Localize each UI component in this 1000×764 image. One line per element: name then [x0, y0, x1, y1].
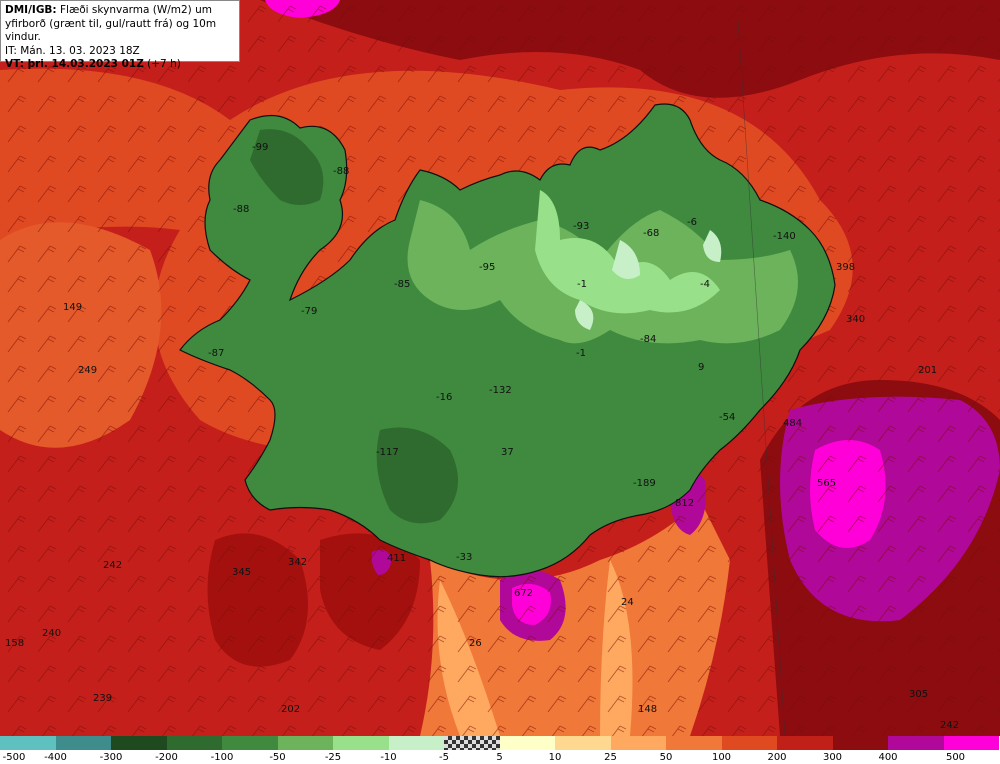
map-value: -16: [436, 392, 452, 403]
map-value: -140: [773, 231, 796, 242]
legend-swatch: [499, 736, 555, 750]
map-value: 340: [846, 314, 865, 325]
legend-swatch: [943, 736, 999, 750]
map-value: 148: [638, 704, 657, 715]
initial-time: IT: Mán. 13. 03. 2023 18Z: [5, 44, 140, 57]
legend-swatch: [388, 736, 444, 750]
map-value: 149: [63, 302, 82, 313]
map-value: -85: [394, 279, 410, 290]
map-value: -88: [333, 166, 349, 177]
legend-label: -10: [380, 752, 397, 763]
legend-swatch: [55, 736, 111, 750]
valid-time-label: VT: þri. 14.03.2023 01Z: [5, 58, 144, 70]
map-value: -54: [719, 412, 735, 423]
map-value: -68: [643, 228, 659, 239]
legend-swatch: [721, 736, 777, 750]
legend-label: -50: [269, 752, 286, 763]
map-value: -79: [301, 306, 317, 317]
legend-label: 25: [604, 752, 617, 763]
map-value: 240: [42, 628, 61, 639]
legend-label: 200: [767, 752, 787, 763]
title-line-2: yfirborð (grænt til, gul/rautt frá) og 1…: [5, 17, 217, 44]
legend-label: -400: [44, 752, 67, 763]
color-legend: -500 -400 -300 -200 -100 -50 -25 -10 -5 5 10 25 50 10…: [0, 736, 1000, 764]
map-value: 202: [281, 704, 300, 715]
map-value: 242: [940, 720, 959, 731]
map-value: 37: [501, 447, 514, 458]
legend-label: -5: [439, 752, 449, 763]
legend-swatch: [888, 736, 944, 750]
map-value: -6: [687, 217, 697, 228]
map-value: 411: [387, 553, 406, 564]
legend-label: -100: [210, 752, 234, 763]
map-value: 672: [514, 588, 533, 599]
source-label: DMI/IGB:: [5, 4, 57, 16]
legend-label: 500: [945, 752, 966, 763]
map-value: 305: [909, 689, 928, 700]
title-line-1: DMI/IGB: Flæði skynvarma (W/m2) um: [5, 4, 235, 18]
legend-swatch: [277, 736, 333, 750]
legend-swatch: [666, 736, 722, 750]
map-value: 158: [5, 638, 24, 649]
legend-swatch: [444, 736, 500, 750]
legend-swatch: [166, 736, 222, 750]
map-value: 242: [103, 560, 122, 571]
map-value: 342: [288, 557, 307, 568]
legend-swatch: [555, 736, 611, 750]
legend-swatch: [333, 736, 389, 750]
map-value: 398: [836, 262, 855, 273]
map-value: -33: [456, 552, 472, 563]
map-value: 239: [93, 693, 112, 704]
legend-label: 5: [496, 752, 503, 763]
legend-swatch: [777, 736, 833, 750]
map-value: 812: [675, 498, 694, 509]
legend-label: 300: [822, 752, 843, 763]
map-value: -4: [700, 279, 710, 290]
legend-swatch: [222, 736, 278, 750]
legend-label: -300: [99, 752, 123, 763]
legend-label: 400: [878, 752, 898, 763]
legend-swatch: [832, 736, 888, 750]
legend-label: -25: [324, 752, 342, 763]
map-value: 249: [78, 365, 97, 376]
heat-flux-map: -99 -88 -88 -93 -68 -6 -140 -95 -85 -1 -…: [0, 0, 1000, 736]
map-value: 24: [621, 597, 634, 608]
map-value: 201: [918, 365, 937, 376]
map-value: -88: [233, 204, 249, 215]
map-value: -93: [573, 221, 589, 232]
map-value: 9: [698, 362, 704, 373]
map-value: -95: [479, 262, 495, 273]
map-value: -117: [376, 447, 399, 458]
legend-label: -200: [155, 752, 178, 763]
map-value: 26: [469, 638, 482, 649]
title-text: Flæði skynvarma (W/m2) um: [59, 4, 212, 16]
map-value: -99: [252, 142, 268, 153]
map-value: -84: [640, 334, 656, 345]
title-box: DMI/IGB: Flæði skynvarma (W/m2) um yfirb…: [0, 0, 240, 70]
valid-time: VT: þri. 14.03.2023 01Z (+7 h): [5, 58, 235, 72]
map-value: -132: [489, 385, 512, 396]
map-value: 345: [232, 567, 251, 578]
legend-label: 50: [659, 752, 673, 763]
legend-swatch: [111, 736, 167, 750]
legend-swatch: [0, 736, 56, 750]
map-value: -189: [633, 478, 656, 489]
map-value: 565: [817, 478, 836, 489]
legend-swatch: [610, 736, 666, 750]
map-value: -1: [577, 279, 587, 290]
valid-time-offset: (+7 h): [147, 58, 181, 70]
map-value: -1: [576, 348, 586, 359]
map-value: -87: [208, 348, 224, 359]
map-value: 484: [783, 418, 802, 429]
legend-label: 10: [548, 752, 562, 763]
legend-label: 100: [711, 752, 732, 763]
legend-label: -500: [2, 752, 26, 763]
